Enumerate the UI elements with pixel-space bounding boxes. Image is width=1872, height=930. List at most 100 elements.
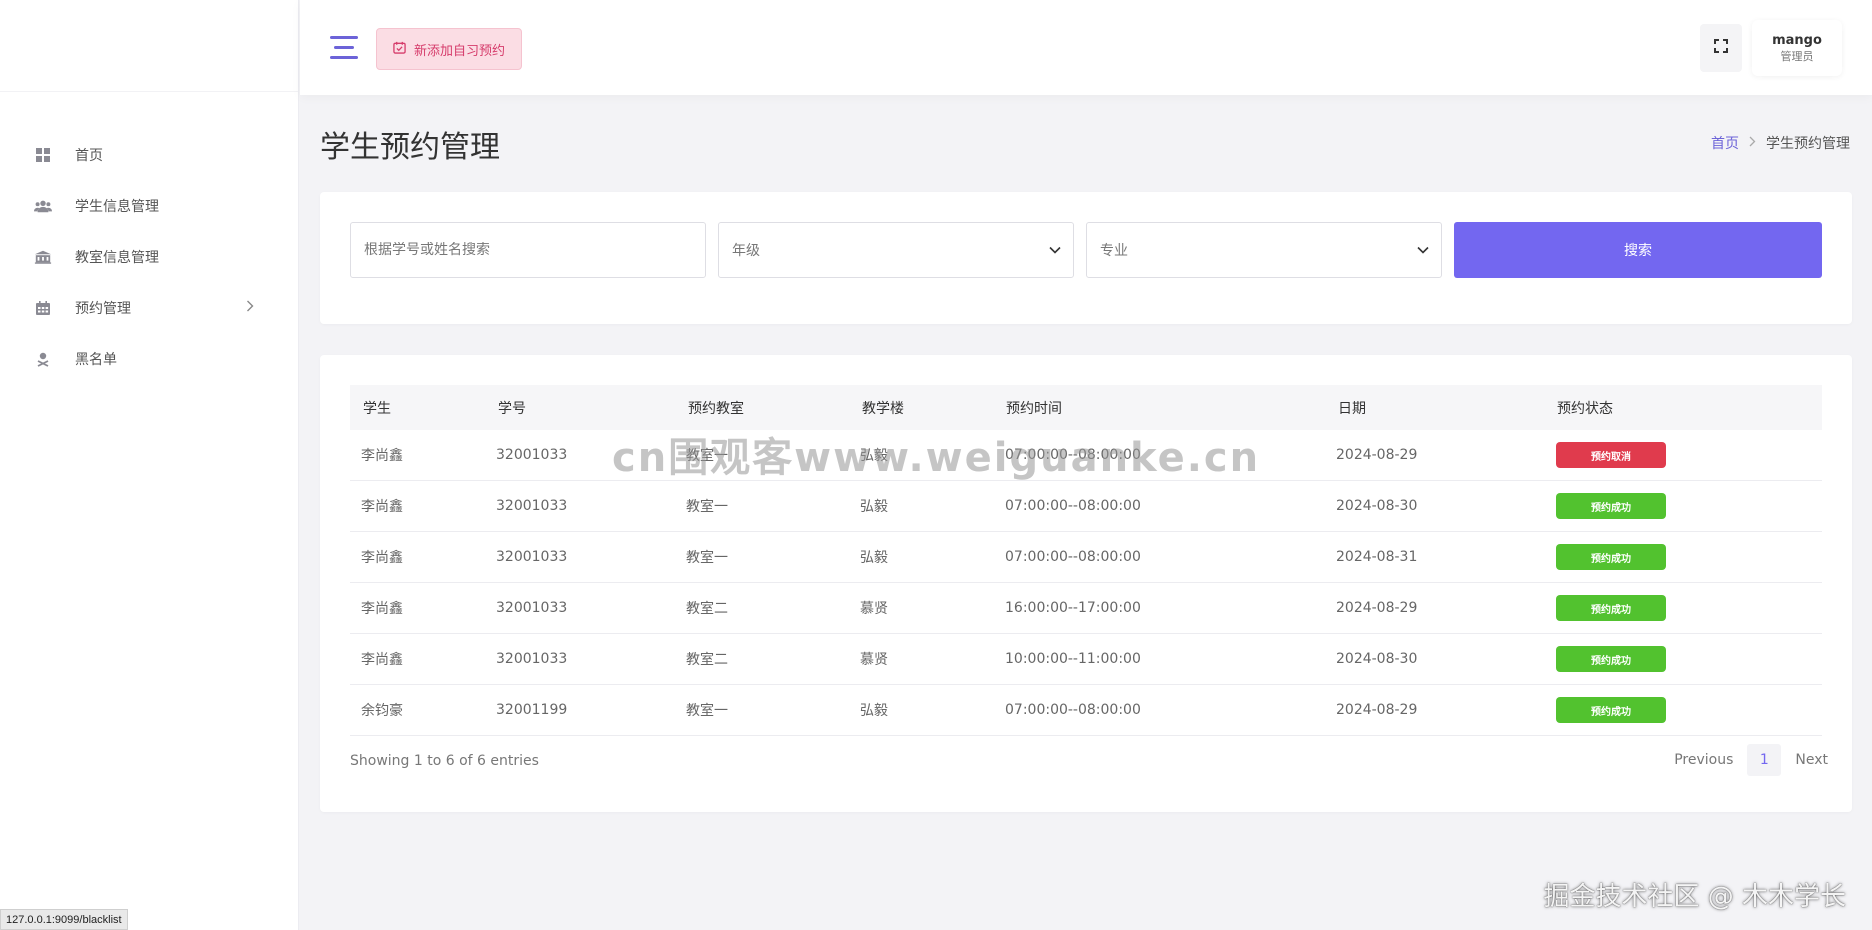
user-name: mango — [1772, 33, 1822, 48]
cell-student-id: 32001199 — [496, 702, 568, 718]
sidebar-item-label: 预约管理 — [75, 300, 131, 317]
cell-time: 07:00:00--08:00:00 — [1005, 702, 1141, 718]
top-header: 新添加自习预约 mango 管理员 — [300, 0, 1872, 95]
keyword-search-field[interactable] — [350, 222, 706, 278]
brand-area — [0, 0, 298, 92]
major-select-value: 专业 — [1100, 243, 1128, 259]
table-header-row: 学生 学号 预约教室 教学楼 预约时间 日期 预约状态 — [350, 385, 1822, 430]
column-header-building: 教学楼 — [862, 400, 904, 417]
cell-student: 李尚鑫 — [361, 601, 403, 617]
cell-date: 2024-08-29 — [1336, 702, 1418, 718]
page-number-button[interactable]: 1 — [1747, 744, 1782, 776]
sidebar-item-reservations[interactable]: 预约管理 — [0, 282, 298, 333]
grid-icon — [34, 146, 52, 164]
cell-date: 2024-08-30 — [1336, 498, 1418, 514]
user-menu[interactable]: mango 管理员 — [1752, 20, 1842, 76]
previous-page-link[interactable]: Previous — [1674, 752, 1733, 768]
status-badge: 预约取消 — [1556, 442, 1666, 468]
breadcrumb: 首页 学生预约管理 — [1711, 133, 1850, 153]
cell-status: 预约成功 — [1556, 697, 1666, 723]
fullscreen-button[interactable] — [1700, 24, 1742, 72]
sidebar-item-label: 教室信息管理 — [75, 249, 159, 266]
cell-student-id: 32001033 — [496, 447, 568, 463]
table-row: 李尚鑫 32001033 教室一 弘毅 07:00:00--08:00:00 2024-0… — [350, 532, 1822, 583]
cell-date: 2024-08-29 — [1336, 600, 1418, 616]
cell-building: 弘毅 — [860, 703, 888, 719]
calendar-check-icon — [393, 41, 406, 58]
cell-status: 预约取消 — [1556, 442, 1666, 468]
cell-status: 预约成功 — [1556, 595, 1666, 621]
cell-time: 10:00:00--11:00:00 — [1005, 651, 1141, 667]
cell-room: 教室一 — [686, 550, 728, 566]
column-header-room: 预约教室 — [688, 400, 744, 417]
status-badge: 预约成功 — [1556, 595, 1666, 621]
cell-student: 李尚鑫 — [361, 652, 403, 668]
major-select[interactable]: 专业 — [1086, 222, 1442, 278]
grade-select[interactable]: 年级 — [718, 222, 1074, 278]
breadcrumb-home-link[interactable]: 首页 — [1711, 133, 1739, 153]
column-header-student: 学生 — [363, 400, 391, 417]
sidebar-item-blacklist[interactable]: 黑名单 — [0, 333, 298, 384]
add-reservation-button[interactable]: 新添加自习预约 — [376, 28, 522, 70]
cell-date: 2024-08-29 — [1336, 447, 1418, 463]
cell-building: 慕贤 — [860, 601, 888, 617]
cell-student: 李尚鑫 — [361, 448, 403, 464]
cell-building: 弘毅 — [860, 550, 888, 566]
cell-student-id: 32001033 — [496, 651, 568, 667]
sidebar-item-students[interactable]: 学生信息管理 — [0, 180, 298, 231]
cell-student: 李尚鑫 — [361, 499, 403, 515]
chevron-right-icon — [246, 300, 254, 316]
cell-room: 教室一 — [686, 703, 728, 719]
cell-building: 弘毅 — [860, 499, 888, 515]
sidebar-item-label: 黑名单 — [75, 351, 117, 368]
cell-student-id: 32001033 — [496, 600, 568, 616]
column-header-date: 日期 — [1338, 400, 1366, 417]
column-header-status: 预约状态 — [1557, 400, 1613, 417]
status-badge: 预约成功 — [1556, 646, 1666, 672]
page-title: 学生预约管理 — [320, 130, 500, 165]
sidebar-item-home[interactable]: 首页 — [0, 129, 298, 180]
search-card: 年级 专业 搜索 — [320, 192, 1852, 324]
cell-student-id: 32001033 — [496, 549, 568, 565]
search-button[interactable]: 搜索 — [1454, 222, 1822, 278]
browser-status-url: 127.0.0.1:9099/blacklist — [0, 909, 128, 930]
cell-date: 2024-08-30 — [1336, 651, 1418, 667]
column-header-time: 预约时间 — [1006, 400, 1062, 417]
calendar-icon — [34, 299, 52, 317]
sidebar-nav: 首页 学生信息管理 教室信息管理 预约管理 黑名单 — [0, 129, 298, 384]
building-icon — [34, 248, 52, 266]
cell-status: 预约成功 — [1556, 544, 1666, 570]
breadcrumb-current: 学生预约管理 — [1766, 136, 1850, 152]
status-badge: 预约成功 — [1556, 493, 1666, 519]
status-badge: 预约成功 — [1556, 697, 1666, 723]
chevron-down-icon — [1049, 242, 1061, 258]
cell-student: 李尚鑫 — [361, 550, 403, 566]
add-reservation-label: 新添加自习预约 — [413, 43, 505, 59]
sidebar-item-classrooms[interactable]: 教室信息管理 — [0, 231, 298, 282]
entries-info: Showing 1 to 6 of 6 entries — [350, 753, 539, 769]
pagination: Previous 1 Next — [1674, 744, 1828, 776]
keyword-search-input[interactable] — [364, 242, 705, 258]
sidebar: 首页 学生信息管理 教室信息管理 预约管理 黑名单 — [0, 0, 299, 930]
status-badge: 预约成功 — [1556, 544, 1666, 570]
watermark-center: cn围观客www.weiguanke.cn — [612, 435, 1261, 481]
menu-toggle-icon[interactable] — [330, 36, 358, 60]
cell-time: 16:00:00--17:00:00 — [1005, 600, 1141, 616]
chevron-right-icon — [1749, 135, 1756, 151]
users-icon — [34, 197, 52, 215]
table-row: 余钧豪 32001199 教室一 弘毅 07:00:00--08:00:00 2024-0… — [350, 685, 1822, 736]
cell-student-id: 32001033 — [496, 498, 568, 514]
watermark-bottom: 掘金技术社区 @ 木木学长 — [1543, 882, 1846, 912]
sidebar-item-label: 学生信息管理 — [75, 198, 159, 215]
table-row: 李尚鑫 32001033 教室一 弘毅 07:00:00--08:00:00 2024-0… — [350, 481, 1822, 532]
sidebar-item-label: 首页 — [75, 147, 103, 164]
cell-status: 预约成功 — [1556, 646, 1666, 672]
cell-room: 教室一 — [686, 499, 728, 515]
chevron-down-icon — [1417, 242, 1429, 258]
user-role: 管理员 — [1780, 50, 1814, 63]
table-row: 李尚鑫 32001033 教室二 慕贤 16:00:00--17:00:00 2024-0… — [350, 583, 1822, 634]
next-page-link[interactable]: Next — [1795, 752, 1828, 768]
column-header-id: 学号 — [498, 400, 526, 417]
reservation-table-card: 学生 学号 预约教室 教学楼 预约时间 日期 预约状态 李尚鑫 32001033 教… — [320, 355, 1852, 812]
cell-student: 余钧豪 — [361, 703, 403, 719]
